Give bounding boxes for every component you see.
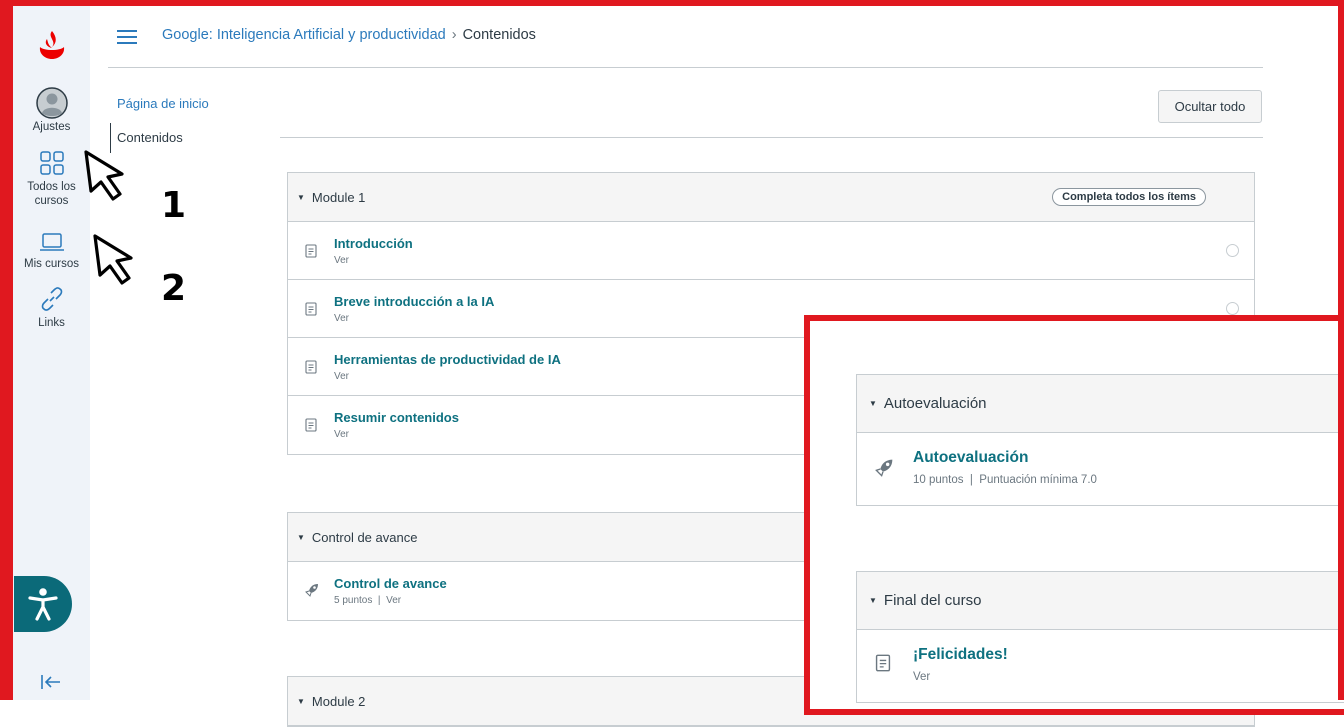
module-item-link[interactable]: Herramientas de productividad de IA xyxy=(334,352,561,367)
breadcrumb: Google: Inteligencia Artificial y produc… xyxy=(162,27,536,43)
global-nav: Ajustes Todos los cursos Mis cursos Link… xyxy=(13,6,90,700)
nav-item-label: Todos los cursos xyxy=(27,181,76,207)
quiz-rocket-icon xyxy=(875,459,893,477)
requirement-badge: Completa todos los ítems xyxy=(1052,188,1206,206)
santander-logo-icon[interactable] xyxy=(38,30,66,60)
caret-down-icon: ▼ xyxy=(297,532,305,542)
header-divider xyxy=(108,67,1263,68)
module-item-meta: Ver xyxy=(334,429,350,440)
courses-grid-icon xyxy=(39,151,64,175)
module-autoevaluacion: ▼ Autoevaluación Autoevaluación 10 punto… xyxy=(856,374,1344,506)
toolbar-divider xyxy=(280,137,1263,138)
caret-down-icon: ▼ xyxy=(869,596,877,605)
page-icon xyxy=(305,360,317,374)
breadcrumb-current: Contenidos xyxy=(462,27,536,43)
course-nav-contents-link[interactable]: Contenidos xyxy=(117,130,183,145)
module-title: Module 1 xyxy=(311,189,366,205)
caret-down-icon: ▼ xyxy=(869,399,877,408)
account-icon xyxy=(35,87,68,119)
module-item-meta: 10 puntos | Puntuación mínima 7.0 xyxy=(913,474,1097,486)
nav-item-links[interactable]: Links xyxy=(13,286,90,330)
module-item: Introducción Ver xyxy=(288,222,1254,280)
page-icon xyxy=(305,418,317,432)
module-item-meta: Ver xyxy=(913,671,931,683)
breadcrumb-separator: › xyxy=(451,27,457,43)
menu-hamburger-icon[interactable] xyxy=(117,30,137,44)
module-title: Module 2 xyxy=(311,693,366,709)
module-item: ¡Felicidades! Ver xyxy=(857,630,1344,702)
completion-circle-icon xyxy=(1226,244,1239,257)
annotation-number-2: 2 xyxy=(161,268,187,309)
link-icon xyxy=(41,287,62,311)
module-item-link[interactable]: ¡Felicidades! xyxy=(913,646,1008,664)
module-item-meta: Ver xyxy=(334,255,350,266)
caret-down-icon: ▼ xyxy=(297,192,305,202)
completion-circle-icon xyxy=(1226,302,1239,315)
module-header[interactable]: ▼ Final del curso xyxy=(857,572,1344,630)
accessibility-icon xyxy=(28,588,58,621)
module-header[interactable]: ▼ Autoevaluación xyxy=(857,375,1344,433)
module-item-link[interactable]: Breve introducción a la IA xyxy=(334,294,494,309)
nav-item-mis-cursos[interactable]: Mis cursos xyxy=(13,232,90,271)
module-item-meta: 5 puntos | Ver xyxy=(334,595,402,606)
module-header[interactable]: ▼ Module 1 Completa todos los ítems xyxy=(288,173,1254,222)
nav-item-todos-los-cursos[interactable]: Todos los cursos xyxy=(13,150,90,208)
caret-down-icon: ▼ xyxy=(297,696,305,706)
laptop-icon xyxy=(39,233,64,251)
module-title: Autoevaluación xyxy=(883,395,987,412)
quiz-rocket-icon xyxy=(305,584,318,597)
collapse-all-button[interactable]: Ocultar todo xyxy=(1158,90,1262,123)
module-title: Final del curso xyxy=(883,592,982,609)
nav-item-label: Ajustes xyxy=(32,121,71,133)
page-icon xyxy=(305,302,317,316)
annotation-number-1: 1 xyxy=(161,185,187,226)
cursor-pointer-icon xyxy=(84,150,124,201)
accessibility-button[interactable] xyxy=(14,576,72,632)
module-title: Control de avance xyxy=(311,529,418,545)
module-item-link[interactable]: Autoevaluación xyxy=(913,449,1028,467)
module-item-meta: Ver xyxy=(334,313,350,324)
course-nav-home-link[interactable]: Página de inicio xyxy=(117,96,209,111)
page-icon xyxy=(875,654,891,672)
zoom-inset-panel: ▼ Autoevaluación Autoevaluación 10 punto… xyxy=(804,315,1344,715)
nav-item-label: Links xyxy=(38,317,65,329)
module-item-meta: Ver xyxy=(334,371,350,382)
module-final-del-curso: ▼ Final del curso ¡Felicidades! Ver xyxy=(856,571,1344,703)
page-icon xyxy=(305,244,317,258)
module-item-link[interactable]: Control de avance xyxy=(334,576,447,591)
module-item-link[interactable]: Introducción xyxy=(334,236,413,251)
nav-item-ajustes[interactable]: Ajustes xyxy=(13,86,90,134)
breadcrumb-course-link[interactable]: Google: Inteligencia Artificial y produc… xyxy=(162,27,446,43)
collapse-nav-icon[interactable] xyxy=(40,674,62,690)
module-item-link[interactable]: Resumir contenidos xyxy=(334,410,459,425)
cursor-pointer-icon xyxy=(93,234,133,285)
nav-item-label: Mis cursos xyxy=(24,258,79,270)
module-item: Autoevaluación 10 puntos | Puntuación mí… xyxy=(857,433,1344,505)
